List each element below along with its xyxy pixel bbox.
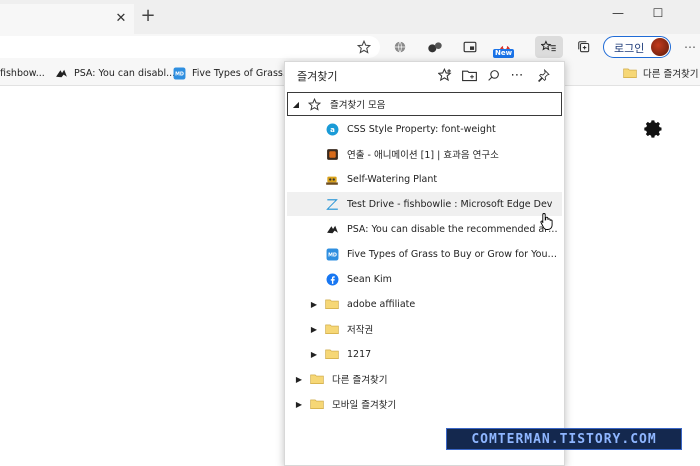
favorites-bar-item[interactable]: fishbow... [0,65,45,81]
avatar [651,38,669,56]
favorites-bar-item-label: PSA: You can disabl... [74,67,176,79]
svg-text:MD: MD [328,252,337,258]
caret-down-icon[interactable]: ◢ [291,100,301,109]
top-folder-item[interactable]: ▶ 모바일 즐겨찾기 [287,392,562,416]
hand-cursor-icon [540,212,554,230]
top-folder-item[interactable]: ▶ 다른 즐겨찾기 [287,367,562,391]
favorites-bar-item[interactable]: PSA: You can disabl... [54,65,175,81]
svg-text:MD: MD [175,71,184,77]
add-folder-icon[interactable] [461,67,477,83]
caret-right-icon[interactable]: ▶ [294,400,304,409]
favorites-root-folder[interactable]: ◢ 즐겨찾기 모음 [287,92,562,116]
globe-icon[interactable] [391,38,409,56]
favorite-item-label: Self-Watering Plant [347,173,438,185]
caret-right-icon[interactable]: ▶ [309,350,319,359]
favorite-item-label: Sean Kim [347,273,392,285]
settings-gear-icon[interactable] [643,119,663,139]
folder-icon [325,297,339,311]
facebook-icon [325,272,339,286]
favorite-item-label: Test Drive - fishbowlie : Microsoft Edge… [347,198,553,210]
maximize-button[interactable]: ☐ [648,4,668,22]
subfolder-item[interactable]: ▶ 1217 [287,342,562,366]
star-icon [307,97,321,111]
subfolder-label: 1217 [347,348,372,360]
favorite-item-label: Five Types of Grass to Buy or Grow for Y… [347,248,559,260]
edge-z-icon [325,197,339,211]
extension-icon[interactable] [426,38,444,56]
add-favorite-icon[interactable] [437,67,453,83]
add-favorite-star-icon[interactable] [355,38,373,56]
caret-right-icon[interactable]: ▶ [309,325,319,334]
login-label: 로그인 [614,42,645,55]
favorite-item-label: PSA: You can disable the recommended art… [347,223,559,235]
favorite-item[interactable]: 연출 - 애니메이션 [1] | 효과음 연구소 [287,142,562,166]
favorite-item[interactable]: Self-Watering Plant [287,167,562,191]
caret-right-icon[interactable]: ▶ [294,375,304,384]
favorite-item[interactable]: Sean Kim [287,267,562,291]
robot-icon [325,172,339,186]
favorite-item-label: CSS Style Property: font-weight [347,123,496,135]
svg-text:a: a [330,124,335,133]
favorites-bar-item[interactable]: MD Five Types of Grass... [172,65,292,81]
profile-login-button[interactable]: 로그인 [603,36,671,58]
watermark-text: COMTERMAN.TISTORY.COM [471,431,657,447]
more-options-icon[interactable]: ⋯ [509,67,525,83]
favorites-panel-header: 즐겨찾기 ⋯ [285,62,564,88]
favorite-item-label: 연출 - 애니메이션 [1] | 효과음 연구소 [347,150,499,161]
close-tab-icon[interactable]: ✕ [114,12,128,26]
toolbar: 로그인 ⋯ [0,34,700,60]
picture-in-picture-icon[interactable] [461,38,479,56]
new-badge: New [493,49,515,58]
other-favorites-label: 다른 즐겨찾기 [643,69,699,80]
tab-strip: ✕ + — ☐ [0,0,700,34]
favorites-bar-item-label: fishbow... [0,67,45,79]
other-favorites-bar-item[interactable]: 다른 즐겨찾기 [623,65,698,81]
folder-icon [310,397,324,411]
minimize-button[interactable]: — [608,4,628,22]
folder-icon [325,322,339,336]
favorites-panel: 즐겨찾기 ⋯ ◢ 즐겨찾기 모음 a CSS Style Property: f… [284,61,565,466]
folder-icon [325,347,339,361]
pin-icon[interactable] [535,67,551,83]
root-folder-label: 즐겨찾기 모음 [330,100,386,111]
address-bar[interactable] [0,36,380,58]
a-circle-icon: a [325,122,339,136]
subfolder-label: adobe affiliate [347,298,416,310]
subfolder-item[interactable]: ▶ adobe affiliate [287,292,562,316]
browser-tab[interactable]: ✕ [0,4,134,34]
panel-title: 즐겨찾기 [297,70,338,83]
md-icon: MD [325,247,339,261]
search-icon[interactable] [485,67,501,83]
bird-icon [54,66,68,80]
favorite-item[interactable]: Test Drive - fishbowlie : Microsoft Edge… [287,192,562,216]
collections-icon[interactable] [575,38,593,56]
favorites-button[interactable] [535,36,563,58]
bird-icon [325,222,339,236]
new-tab-button[interactable]: + [138,7,158,27]
top-folder-label: 모바일 즐겨찾기 [332,400,397,411]
favorites-bar-item-label: Five Types of Grass... [192,67,292,79]
favorite-item[interactable]: a CSS Style Property: font-weight [287,117,562,141]
more-menu-icon[interactable]: ⋯ [681,38,699,56]
subfolder-label: 저작권 [347,325,374,336]
box-icon [325,147,339,161]
favorite-item[interactable]: MD Five Types of Grass to Buy or Grow fo… [287,242,562,266]
favorite-item[interactable]: PSA: You can disable the recommended art… [287,217,562,241]
caret-right-icon[interactable]: ▶ [309,300,319,309]
top-folder-label: 다른 즐겨찾기 [332,375,388,386]
md-icon: MD [172,66,186,80]
folder-icon [623,66,637,80]
subfolder-item[interactable]: ▶ 저작권 [287,317,562,341]
folder-icon [310,372,324,386]
watermark: COMTERMAN.TISTORY.COM [446,428,682,450]
